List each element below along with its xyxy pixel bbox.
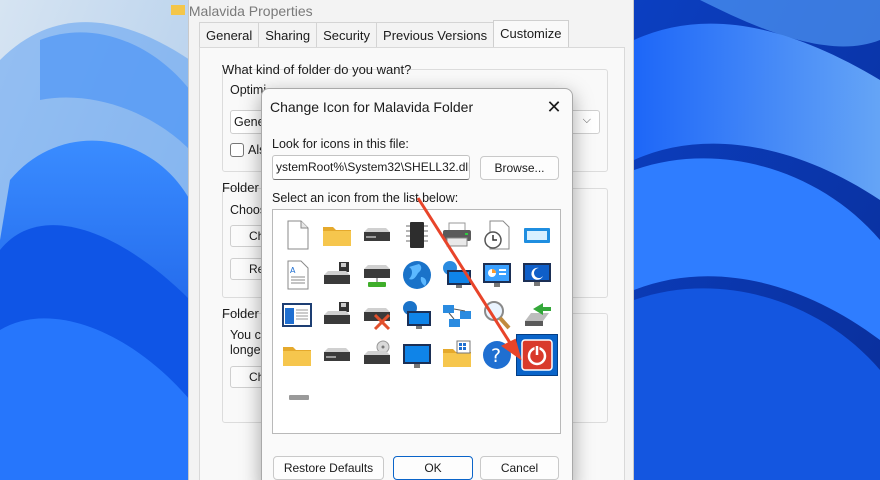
also-apply-checkbox[interactable] — [230, 143, 244, 157]
browse-button[interactable]: Browse... — [480, 156, 559, 180]
folder-grid-icon[interactable] — [437, 335, 477, 375]
folder-icon[interactable] — [317, 215, 357, 255]
svg-text:?: ? — [491, 345, 501, 367]
tab-general[interactable]: General — [199, 22, 260, 47]
text-file-icon[interactable]: A — [277, 255, 317, 295]
icon-list[interactable]: A ? — [272, 209, 561, 434]
select-icon-label: Select an icon from the list below: — [272, 191, 459, 205]
change-icon-dialog: Change Icon for Malavida Folder ✕ Look f… — [261, 88, 573, 480]
chip-icon[interactable] — [397, 215, 437, 255]
cancel-button[interactable]: Cancel — [480, 456, 559, 480]
drive-icon[interactable] — [317, 335, 357, 375]
icon-file-path-input[interactable]: ystemRoot%\System32\SHELL32.dll — [272, 155, 470, 180]
move-arrow-icon[interactable] — [517, 295, 557, 335]
blank-file-icon[interactable] — [277, 215, 317, 255]
tab-bar: General Sharing Security Previous Versio… — [199, 20, 569, 48]
tab-sharing[interactable]: Sharing — [258, 22, 318, 47]
printer-icon[interactable] — [437, 215, 477, 255]
chevron-down-icon: ⌵ — [582, 114, 591, 126]
floppy-icon[interactable] — [317, 295, 357, 335]
floppy-drive-icon[interactable] — [317, 255, 357, 295]
clock-file-icon[interactable] — [477, 215, 517, 255]
dialog-title: Change Icon for Malavida Folder — [270, 99, 474, 115]
power-icon[interactable] — [516, 334, 558, 376]
ok-button[interactable]: OK — [393, 456, 473, 480]
close-icon[interactable]: ✕ — [539, 93, 569, 121]
svg-text:A: A — [290, 266, 296, 275]
folder-icon — [171, 5, 185, 15]
tab-customize[interactable]: Customize — [493, 20, 569, 47]
removed-drive-icon[interactable] — [357, 295, 397, 335]
drive-icon[interactable] — [357, 215, 397, 255]
globe-monitor-icon[interactable] — [397, 295, 437, 335]
properties-title: Malavida Properties — [167, 3, 313, 19]
restore-defaults-button[interactable]: Restore Defaults — [273, 456, 384, 480]
window-document-icon[interactable] — [277, 295, 317, 335]
globe-icon[interactable] — [397, 255, 437, 295]
network-drive-icon[interactable] — [357, 255, 397, 295]
look-for-icons-label: Look for icons in this file: — [272, 137, 409, 151]
search-icon[interactable] — [477, 295, 517, 335]
properties-title-text: Malavida Properties — [188, 3, 313, 19]
cd-drive-icon[interactable] — [357, 335, 397, 375]
app-window-icon[interactable] — [517, 215, 557, 255]
tab-previous-versions[interactable]: Previous Versions — [376, 22, 495, 47]
network-icon[interactable] — [437, 295, 477, 335]
sleep-monitor-icon[interactable] — [517, 255, 557, 295]
help-icon[interactable]: ? — [477, 335, 517, 375]
small-drive-icon[interactable] — [277, 375, 317, 401]
tab-security[interactable]: Security — [316, 22, 378, 47]
folder-pictures-label: Folder — [222, 180, 259, 195]
longer-text: longer — [230, 343, 265, 357]
monitor-icon[interactable] — [397, 335, 437, 375]
folder-icons-label: Folder — [222, 306, 259, 321]
folder-type-question: What kind of folder do you want? — [222, 62, 412, 77]
open-folder-icon[interactable] — [277, 335, 317, 375]
network-monitor-icon[interactable] — [437, 255, 477, 295]
optimize-value: Gene — [234, 115, 265, 129]
control-panel-icon[interactable] — [477, 255, 517, 295]
